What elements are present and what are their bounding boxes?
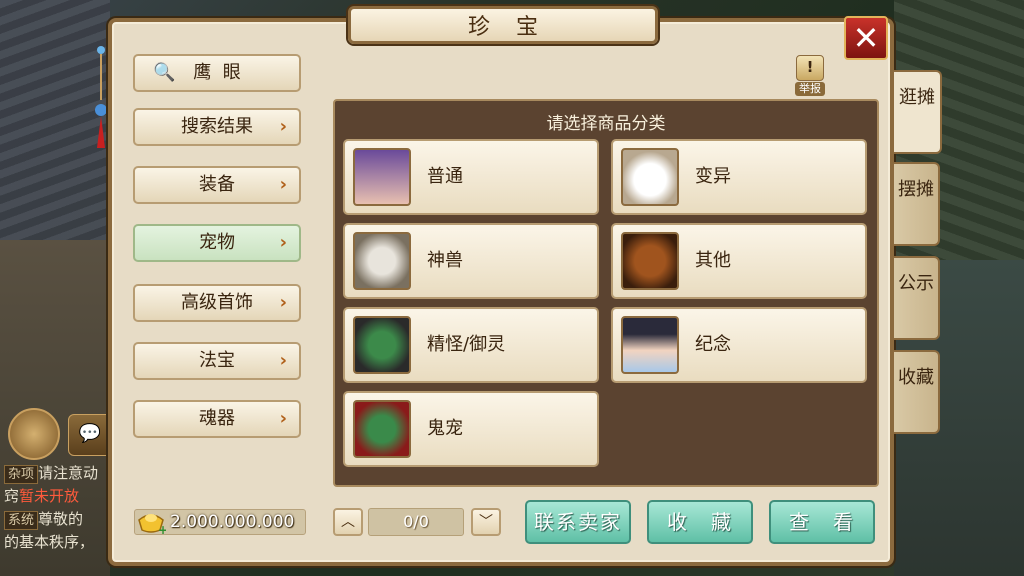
- search-button-label: 鹰 眼: [193, 62, 241, 83]
- subcategory-label: 纪念: [695, 334, 731, 355]
- subcategory-label: 变异: [695, 166, 731, 187]
- report-button[interactable]: ! 举报: [795, 55, 825, 96]
- category-label: 法宝: [199, 350, 235, 371]
- subcategory-normal[interactable]: 普通: [343, 139, 599, 215]
- girl-portrait-icon: [353, 148, 411, 206]
- subcategory-divine-beast[interactable]: 神兽: [343, 223, 599, 299]
- chat-line: 系统 尊敬的: [4, 508, 124, 531]
- bear-icon: [621, 232, 679, 290]
- chevron-right-icon: ›: [279, 408, 287, 429]
- subcategory-ghost-pet[interactable]: 鬼宠: [343, 391, 599, 467]
- chevron-right-icon: ›: [279, 116, 287, 137]
- warning-icon: !: [796, 55, 824, 81]
- close-button[interactable]: ✕: [844, 16, 888, 60]
- hanging-ornament-icon: [95, 46, 107, 148]
- view-button[interactable]: 查 看: [769, 500, 875, 544]
- chevron-right-icon: ›: [279, 292, 287, 313]
- svg-text:+: +: [158, 523, 166, 536]
- chevron-right-icon: ›: [279, 174, 287, 195]
- category-label: 搜索结果: [181, 116, 253, 137]
- chevron-right-icon: ›: [279, 232, 287, 253]
- currency-value: 2.000.000.000: [170, 512, 295, 532]
- chat-text: 尊敬的: [38, 510, 84, 528]
- chevron-right-icon: ›: [279, 350, 287, 371]
- subcategory-spirit[interactable]: 精怪/御灵: [343, 307, 599, 383]
- chat-line: 的基本秩序，: [4, 533, 95, 551]
- gold-ingot-icon: +: [138, 514, 166, 536]
- grid-prompt: 请选择商品分类: [546, 114, 666, 134]
- favorite-button[interactable]: 收 藏: [647, 500, 753, 544]
- subcategory-label: 神兽: [427, 250, 463, 271]
- subcategory-commemorative[interactable]: 纪念: [611, 307, 867, 383]
- chat-log: 杂项 请注意动 窍暂未开放 系统 尊敬的 的基本秩序，: [4, 462, 124, 554]
- subcategory-label: 鬼宠: [427, 418, 463, 439]
- friend-button[interactable]: [8, 408, 60, 460]
- subcategory-label: 普通: [427, 166, 463, 187]
- tab-favorites[interactable]: 收藏: [894, 350, 940, 434]
- subcategory-mutant[interactable]: 变异: [611, 139, 867, 215]
- subcategory-other[interactable]: 其他: [611, 223, 867, 299]
- chat-line: 窍暂未开放: [4, 485, 124, 508]
- white-dog-icon: [621, 148, 679, 206]
- page-down-button[interactable]: ﹀: [471, 508, 501, 536]
- page-indicator: 0/0: [368, 508, 464, 536]
- category-label: 宠物: [199, 232, 235, 253]
- search-icon: 🔍: [153, 62, 176, 83]
- speech-bubble-icon[interactable]: 💬: [68, 414, 112, 456]
- contact-seller-button[interactable]: 联系卖家: [525, 500, 631, 544]
- category-soul-artifact[interactable]: 魂器 ›: [133, 400, 301, 438]
- category-magic-treasure[interactable]: 法宝 ›: [133, 342, 301, 380]
- category-pets[interactable]: 宠物 ›: [133, 224, 301, 262]
- tab-announcements[interactable]: 公示: [894, 256, 940, 340]
- subcategory-label: 其他: [695, 250, 731, 271]
- chat-text: 暂未开放: [19, 487, 80, 505]
- category-label: 装备: [199, 174, 235, 195]
- category-jewelry[interactable]: 高级首饰 ›: [133, 284, 301, 322]
- category-label: 魂器: [199, 408, 235, 429]
- chat-tag: 系统: [4, 511, 39, 530]
- white-tiger-icon: [353, 232, 411, 290]
- eagle-eye-search-button[interactable]: 🔍 鹰 眼: [133, 54, 301, 92]
- page-up-button[interactable]: ︿: [333, 508, 363, 536]
- category-label: 高级首饰: [181, 292, 253, 313]
- report-label: 举报: [795, 82, 825, 96]
- chat-text: 窍: [4, 487, 20, 505]
- chat-text: 请注意动: [38, 464, 99, 482]
- tab-browse-stalls[interactable]: 逛摊: [894, 70, 942, 154]
- tab-set-up-stall[interactable]: 摆摊: [894, 162, 940, 246]
- page-title: 珍宝: [348, 6, 658, 44]
- child-portrait-icon: [621, 316, 679, 374]
- chat-line: 杂项 请注意动: [4, 462, 124, 485]
- subcategory-label: 精怪/御灵: [427, 334, 506, 355]
- green-demon-icon: [353, 400, 411, 458]
- category-equipment[interactable]: 装备 ›: [133, 166, 301, 204]
- category-search-results[interactable]: 搜索结果 ›: [133, 108, 301, 146]
- chat-tag: 杂项: [4, 465, 39, 484]
- masked-spirit-icon: [353, 316, 411, 374]
